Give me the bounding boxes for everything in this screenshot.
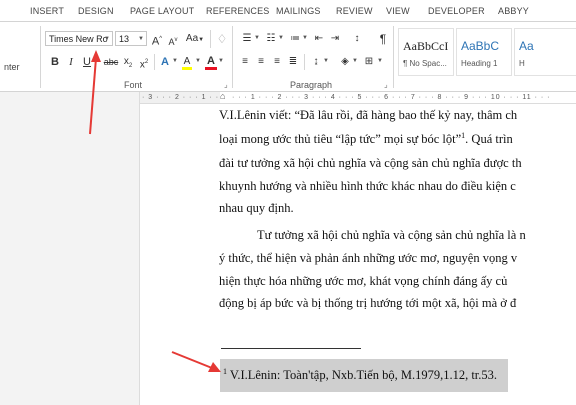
chevron-down-icon[interactable]: ▼ [302,35,308,41]
align-right-icon[interactable]: ≡ [270,54,284,70]
shading-icon[interactable]: ◈ [338,54,352,70]
chevron-down-icon[interactable]: ▼ [254,35,260,41]
doc-line: đài tư tưởng xã hội chủ nghĩa và cộng sả… [219,156,522,170]
chevron-down-icon[interactable]: ▼ [136,32,146,45]
doc-line: loại mong ước thủ tiêu “lập tức” mọi sự … [219,131,513,147]
ribbon-tab-bar: INSERT DESIGN PAGE LAYOUT REFERENCES MAI… [0,0,576,22]
style-sample-text: Aa [519,39,534,53]
style-sample-text: AaBbCcI [403,39,449,53]
doc-line: V.I.Lênin viết: “Đã lâu rồi, đã hàng bao… [219,108,518,122]
strikethrough-button[interactable]: abc [102,54,120,70]
style-name-label: ¶ No Spac... [403,59,447,68]
indent-marker-icon[interactable]: ⌂ [220,92,226,101]
font-dialog-launcher-icon[interactable]: ⌟ [224,80,228,89]
change-case-button[interactable]: Aa▼ [184,31,206,47]
change-case-icon: Aa [185,33,199,44]
paragraph-styles-separator [393,26,394,88]
chevron-down-icon[interactable]: ▼ [218,58,224,64]
doc-line: hiện thực hóa những ước mơ, khát vọng ch… [219,274,508,288]
tab-references[interactable]: REFERENCES [206,6,270,16]
chevron-down-icon[interactable]: ▼ [352,58,358,64]
tab-mailings[interactable]: MAILINGS [276,6,321,16]
text-effects-icon[interactable]: A [158,54,172,70]
increase-indent-icon[interactable]: ⇥ [328,31,342,47]
align-left-icon[interactable]: ≡ [238,54,252,70]
sort-icon[interactable]: ↕ [350,31,364,47]
highlighter-icon: A [183,56,191,67]
show-formatting-marks-icon[interactable]: ¶ [376,31,390,47]
doc-line: động bị áp bức và bị thống trị hướng tới… [219,296,517,310]
font-name-combobox[interactable]: Times New Ro ▼ [45,31,113,46]
tab-developer[interactable]: DEVELOPER [428,6,485,16]
highlight-button[interactable]: A [180,53,194,70]
tab-design[interactable]: DESIGN [78,6,114,16]
chevron-down-icon[interactable]: ▼ [93,58,99,64]
subscript-button[interactable]: x2 [121,54,135,70]
doc-line: ý thức, thể hiện và phản ánh những ước m… [219,251,518,265]
italic-button[interactable]: I [64,54,78,70]
bold-button[interactable]: B [48,54,62,70]
font-size-value: 13 [119,34,130,44]
font-name-value: Times New Ro [49,34,108,44]
highlight-color-swatch [182,67,192,70]
font-color-swatch [205,67,217,70]
chevron-down-icon[interactable]: ▼ [278,35,284,41]
document-page[interactable]: V.I.Lênin viết: “Đã lâu rồi, đã hàng bao… [140,104,576,405]
footnote-text: V.I.Lênin: Toàn'tập, Nxb.Tiến bộ, M.1979… [229,368,498,383]
tab-page-layout[interactable]: PAGE LAYOUT [130,6,194,16]
ruler-ticks-right: · · · 1 · · · 2 · · · 3 · · · 4 · · · 5 … [232,94,551,101]
underline-button[interactable]: U [80,54,94,70]
paragraph-group-label: Paragraph [290,80,333,90]
font-size-combobox[interactable]: 13 ▼ [115,31,147,46]
doc-line: nhau quy định. [219,201,294,215]
line-spacing-icon[interactable]: ↨ [309,54,323,70]
doc-line-tail: . Quá trìn [465,132,513,147]
footnote-selected[interactable]: 1 V.I.Lênin: Toàn'tập, Nxb.Tiến bộ, M.19… [220,359,508,392]
horizontal-ruler[interactable]: · 3 · · · 2 · · · 1 · · ⌂ · · · 1 · · · … [140,92,576,104]
tab-insert[interactable]: INSERT [30,6,64,16]
chevron-down-icon[interactable]: ▼ [102,32,112,45]
paragraph-dialog-launcher-icon[interactable]: ⌟ [384,80,388,89]
style-no-spacing[interactable]: AaBbCcI ¶ No Spac... [398,28,454,76]
tab-review[interactable]: REVIEW [336,6,373,16]
clear-formatting-icon[interactable]: ♢ [215,31,229,47]
decrease-indent-icon[interactable]: ⇤ [312,31,326,47]
font-group-label: Font [124,80,143,90]
font-paragraph-separator [232,26,233,88]
doc-line: khuynh hướng và nhiều hình thức khác nha… [219,179,516,193]
shrink-font-button[interactable]: Av [166,32,180,48]
font-separator-2 [154,54,155,70]
align-center-icon[interactable]: ≡ [254,54,268,70]
style-name-label: H [519,59,525,68]
borders-icon[interactable]: ⊞ [362,54,376,70]
paragraph-separator [304,54,305,70]
chevron-down-icon[interactable]: ▼ [195,58,201,64]
chevron-down-icon[interactable]: ▼ [377,58,383,64]
footnote-marker: 1 [223,367,227,376]
ruler-ticks-left: · 3 · · · 2 · · · 1 · · [142,94,220,101]
style-heading-2[interactable]: Aa H [514,28,576,76]
font-separator [210,30,211,48]
font-color-button[interactable]: A [204,53,218,70]
ribbon-home: nter Times New Ro ▼ 13 ▼ A^ Av Aa▼ ♢ B I… [0,22,576,92]
tab-abbyy[interactable]: ABBYY [498,6,529,16]
superscript-button[interactable]: x2 [137,54,151,70]
doc-line-text: loại mong ước thủ tiêu “lập tức” mọi sự … [219,132,462,147]
style-sample-text: AaBbC [461,39,500,53]
justify-icon[interactable]: ≣ [286,54,300,70]
style-heading-1[interactable]: AaBbC Heading 1 [456,28,512,76]
footnote-separator [221,348,361,349]
doc-line: Tư tưởng xã hội chủ nghĩa và cộng sản ch… [257,228,526,242]
clipboard-partial-label[interactable]: nter [4,62,20,72]
font-color-icon: A [207,55,215,67]
chevron-down-icon[interactable]: ▼ [172,58,178,64]
document-left-margin [0,92,140,405]
clipboard-separator [40,26,41,88]
style-name-label: Heading 1 [461,59,498,68]
tab-view[interactable]: VIEW [386,6,410,16]
chevron-down-icon[interactable]: ▼ [323,58,329,64]
grow-font-button[interactable]: A^ [150,31,164,48]
